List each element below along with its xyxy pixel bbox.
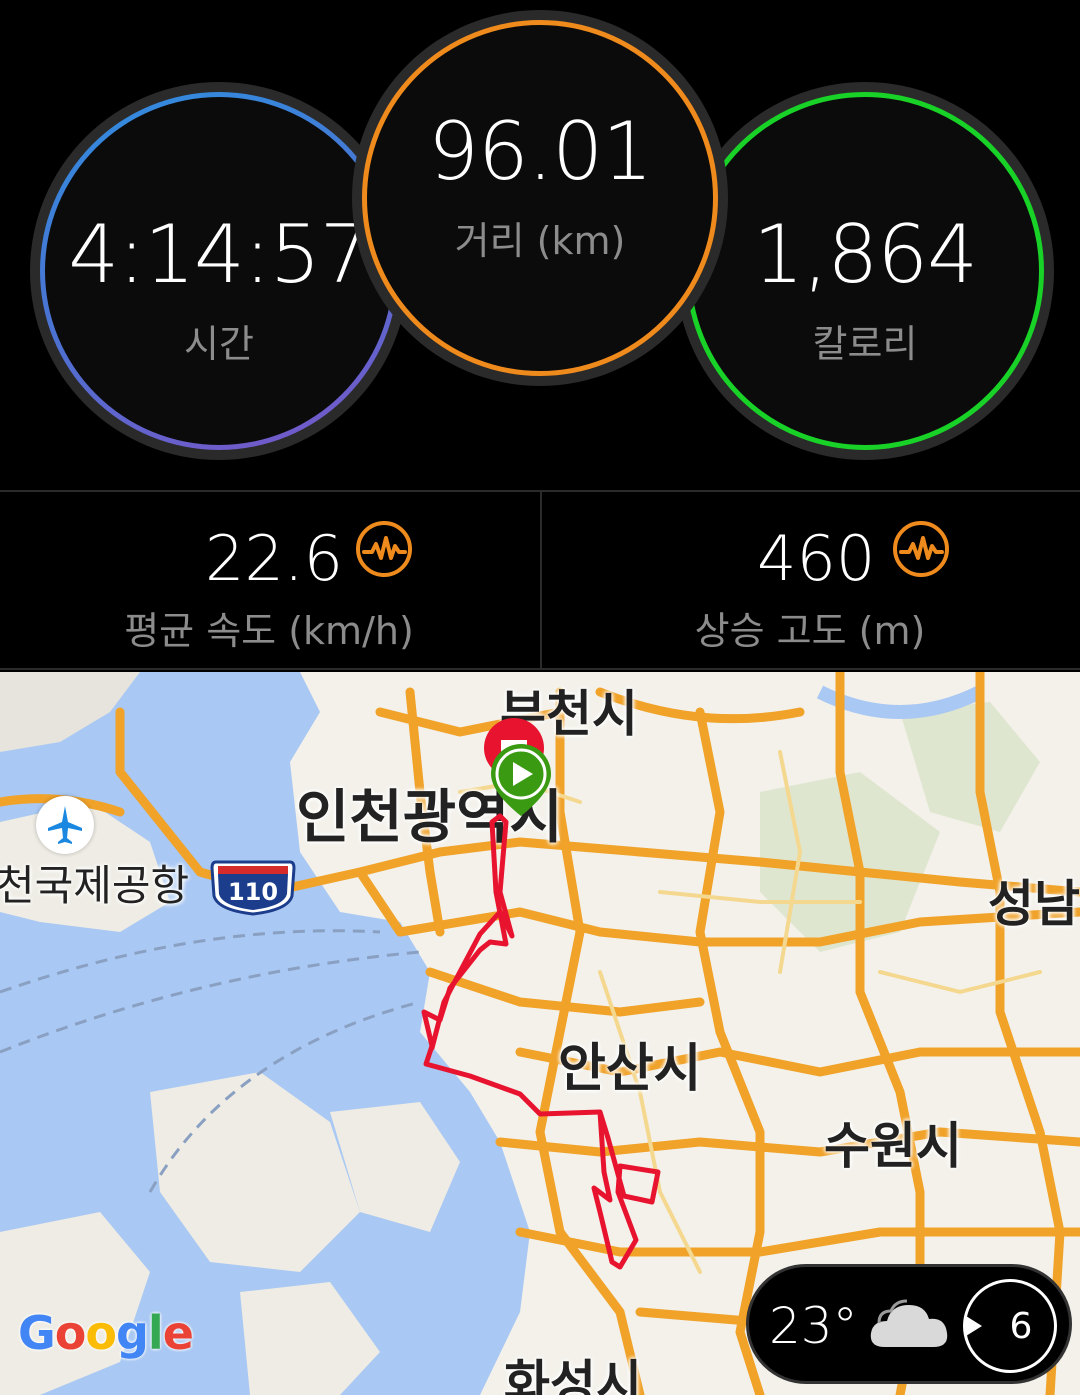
distance-label: 거리 (km)	[454, 218, 626, 263]
avg-speed-label: 평균 속도 (km/h)	[124, 609, 414, 653]
calories-label: 칼로리	[812, 321, 918, 366]
start-marker-icon	[491, 744, 551, 816]
cloud-icon	[870, 1299, 948, 1347]
elevation-gain-label: 상승 고도 (m)	[694, 609, 926, 653]
avg-speed-value: 22.6	[205, 522, 344, 595]
distance-ring[interactable]: 96.01 거리 (km)	[362, 20, 718, 376]
wind-speed: 6	[1009, 1305, 1033, 1347]
calories-ring[interactable]: 1,864 칼로리	[686, 92, 1044, 450]
avg-speed-metric[interactable]: 22.6 평균 속도 (km/h)	[0, 492, 538, 670]
time-ring[interactable]: 4:14:57 시간	[40, 92, 398, 450]
waveform-icon	[893, 521, 949, 577]
distance-value: 96.01	[427, 104, 653, 198]
route-track	[421, 813, 661, 1270]
weather-widget[interactable]: 23° 6	[746, 1264, 1072, 1384]
elevation-gain-value: 460	[757, 522, 876, 595]
weather-temperature: 23°	[769, 1297, 858, 1355]
time-label: 시간	[184, 321, 254, 366]
google-logo: Google	[18, 1306, 194, 1360]
time-value: 4:14:57	[68, 207, 370, 301]
calories-value: 1,864	[752, 207, 978, 301]
metrics-row: 22.6 평균 속도 (km/h) 460 상승 고도 (m)	[0, 490, 1080, 670]
elevation-gain-metric[interactable]: 460 상승 고도 (m)	[540, 492, 1078, 670]
summary-rings: 4:14:57 시간 1,864 칼로리 96.01 거리 (km)	[0, 0, 1080, 490]
wind-dial: 6	[963, 1279, 1057, 1373]
waveform-icon	[356, 521, 412, 577]
route-map[interactable]: 110 부천시 인천광역시 천국제공항 안산시 수원시 성남 화성시 Googl…	[0, 672, 1080, 1395]
